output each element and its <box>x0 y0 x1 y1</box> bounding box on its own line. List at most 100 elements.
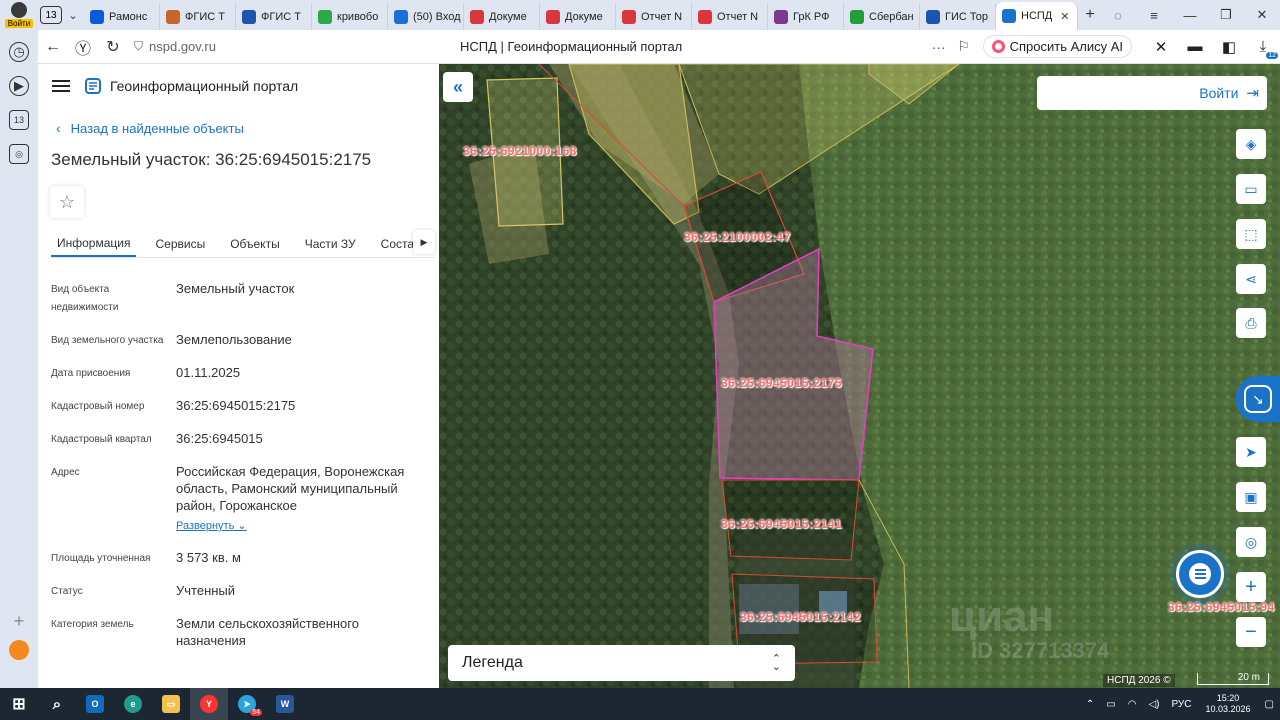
browser-tab[interactable]: Рамонс <box>84 4 160 30</box>
browser-tab[interactable]: Докуме <box>464 4 540 30</box>
word-icon[interactable]: W <box>266 688 304 720</box>
chevron-up-icon[interactable]: ⌃ <box>1086 699 1094 710</box>
keyboard-language[interactable]: РУС <box>1171 699 1191 710</box>
back-to-results-link[interactable]: ‹ Назад в найденные объекты <box>56 120 439 136</box>
info-tab[interactable]: Части ЗУ <box>299 230 362 257</box>
info-tab[interactable]: Сервисы <box>149 230 211 257</box>
tab-count-icon[interactable]: 13 <box>9 110 29 130</box>
attribute-row: Категория земель Земли сельскохозяйственн… <box>51 615 421 649</box>
volume-icon[interactable]: ◁) <box>1148 699 1159 710</box>
attribute-value: Учтенный <box>176 582 421 601</box>
select-area-icon[interactable]: ⬚ <box>1236 219 1266 249</box>
menu-icon[interactable]: ≡ <box>1136 8 1172 23</box>
ruler-icon[interactable]: ▭ <box>1236 174 1266 204</box>
map-view[interactable]: 36:25:6921000:168 36:25:2100002:47 36:25… <box>439 64 1280 688</box>
chat-button[interactable] <box>1176 550 1224 598</box>
file-explorer-icon[interactable]: ▭ <box>152 688 190 720</box>
back-button[interactable]: ← <box>38 38 68 56</box>
parcel-label[interactable]: 36:25:6945015:2141 <box>721 517 842 531</box>
geolocation-icon[interactable]: ◎ <box>1236 527 1266 557</box>
browser-tab[interactable]: Докуме <box>540 4 616 30</box>
wallet-icon[interactable]: ▬ <box>1178 38 1212 55</box>
browser-tab[interactable]: ФГИС Т <box>236 4 312 30</box>
browser-tab[interactable]: ГрК РФ <box>768 4 844 30</box>
network-icon[interactable]: ▭ <box>1106 699 1115 710</box>
browser-tab[interactable]: Отчет N <box>692 4 768 30</box>
chevron-down-icon[interactable]: ⌄ <box>62 9 84 22</box>
more-icon[interactable]: ··· <box>927 39 951 55</box>
play-icon[interactable]: ▶ <box>9 76 29 96</box>
browser-tab[interactable]: ФГИС Т <box>160 4 236 30</box>
yandex-icon[interactable]: Ⓨ <box>68 35 98 59</box>
ask-alice-button[interactable]: Спросить Алису AI <box>982 35 1132 58</box>
favorite-star-icon[interactable]: ☆ <box>50 186 84 218</box>
browser-tab[interactable]: Сбербан <box>844 4 920 30</box>
layers-icon[interactable]: ◈ <box>1236 129 1266 159</box>
zoom-in-button[interactable]: + <box>1236 572 1266 602</box>
avatar <box>11 2 27 18</box>
reload-button[interactable]: ↻ <box>98 37 128 57</box>
parcel-label[interactable]: 36:25:6945015:94 <box>1168 600 1275 614</box>
browser-tab[interactable]: Отчет N <box>616 4 692 30</box>
attribute-key: Категория земель <box>51 619 134 630</box>
navigate-icon[interactable]: ➤ <box>1236 437 1266 467</box>
extension-icon[interactable]: ✕ <box>1144 38 1178 56</box>
minimap-icon[interactable]: ▣ <box>1236 482 1266 512</box>
outlook-icon[interactable]: O <box>76 688 114 720</box>
clock[interactable]: 15:20 10.03.2026 <box>1206 693 1251 715</box>
screenshot-icon[interactable]: ◎ <box>9 144 29 164</box>
parcel-label-selected[interactable]: 36:25:6945015:2175 <box>721 376 842 390</box>
print-icon[interactable]: ⎙ <box>1236 308 1266 338</box>
info-tab[interactable]: Объекты <box>224 230 286 257</box>
yandex-browser-icon[interactable]: Y <box>190 688 228 720</box>
parcel-label[interactable]: 36:25:2100002:47 <box>684 230 791 244</box>
zen-icon[interactable] <box>9 640 29 660</box>
tabs-scroll-right-icon[interactable]: ▶ <box>413 230 435 254</box>
menu-icon[interactable] <box>52 80 70 92</box>
assistant-button[interactable]: ↘ <box>1236 376 1280 422</box>
attribute-key: Адрес <box>51 467 80 478</box>
login-button[interactable]: Войти ⇥ <box>1037 76 1267 110</box>
browser-tab[interactable]: ГИС Тор <box>920 4 996 30</box>
url-field[interactable]: ⛉ nspd.gov.ru <box>134 39 424 54</box>
alice-account-icon[interactable]: ◌ <box>1100 8 1136 23</box>
tab-count-button[interactable]: 13 <box>40 6 62 24</box>
restore-button[interactable]: ❐ <box>1208 7 1244 23</box>
notifications-icon[interactable]: ▢ <box>1265 699 1274 710</box>
add-panel-button[interactable]: + <box>14 611 25 632</box>
history-icon[interactable]: ◷ <box>9 42 29 62</box>
search-icon[interactable]: ⌕ <box>38 688 76 720</box>
new-tab-button[interactable]: + <box>1078 6 1102 24</box>
browser-tab[interactable]: кривобо <box>312 4 388 30</box>
attribute-key: Кадастровый номер <box>51 401 145 412</box>
edge-icon[interactable]: e <box>114 688 152 720</box>
attributes-list: Вид объекта недвижимости Земельный участо… <box>51 280 421 663</box>
browser-tab[interactable]: НСПД ✕ <box>996 2 1078 30</box>
parcel-label[interactable]: 36:25:6945015:2142 <box>740 610 861 624</box>
profile-button[interactable]: Войти <box>0 0 38 30</box>
zoom-out-button[interactable]: − <box>1236 617 1266 647</box>
collapse-panel-button[interactable]: « <box>443 72 473 102</box>
share-icon[interactable]: ⋖ <box>1236 264 1266 294</box>
close-window-button[interactable]: ✕ <box>1244 7 1280 23</box>
pdf-icon <box>698 10 712 24</box>
browser-tab[interactable]: (50) Вход <box>388 4 464 30</box>
start-button[interactable]: ⊞ <box>0 688 38 720</box>
login-arrow-icon: ⇥ <box>1246 85 1259 102</box>
wifi-icon[interactable]: ◠ <box>1128 699 1137 710</box>
expand-address-link[interactable]: Развернуть ⌄ <box>176 518 247 535</box>
telegram-icon[interactable]: ➤ 54 <box>228 688 266 720</box>
close-tab-icon[interactable]: ✕ <box>1060 10 1069 23</box>
bookmark-icon[interactable]: ⚐ <box>951 38 977 55</box>
browser-tab-label: (50) Вход <box>413 11 461 23</box>
browser-tab-label: НСПД <box>1021 10 1053 22</box>
shield-icon: ⛉ <box>134 39 144 53</box>
collections-icon[interactable]: ◧ <box>1212 38 1246 56</box>
info-tab[interactable]: Информация <box>51 230 137 257</box>
parcel-label[interactable]: 36:25:6921000:168 <box>463 144 577 158</box>
downloads-icon[interactable]: ⤓ 12 <box>1246 38 1280 59</box>
attribute-row: Адрес Российская Федерация, Воронежская о… <box>51 463 421 535</box>
browser-tab-label: Отчет N <box>641 11 683 23</box>
minimize-button[interactable]: — <box>1172 8 1208 23</box>
legend-dropdown[interactable]: Легенда ⌃ ⌄ <box>448 645 795 681</box>
